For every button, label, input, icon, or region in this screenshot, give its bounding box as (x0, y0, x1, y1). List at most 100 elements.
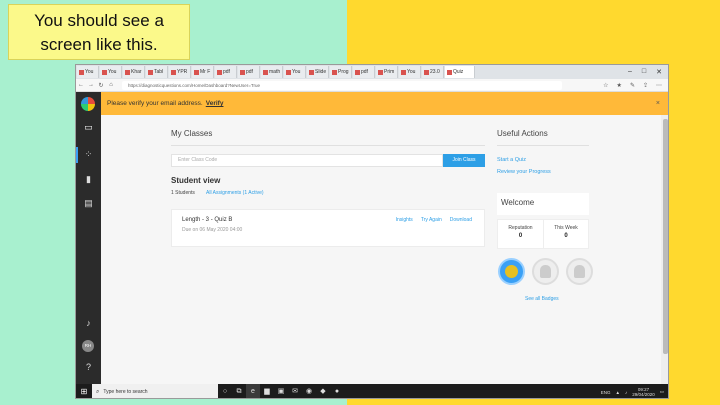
tab-favicon-icon (286, 69, 291, 75)
tab-label: Khar (131, 69, 142, 75)
join-class-button[interactable]: Join Class (443, 154, 485, 167)
instruction-callout: You should see a screen like this. (8, 4, 190, 60)
tab-favicon-icon (125, 69, 130, 75)
home-icon[interactable]: ⌂ (106, 82, 116, 88)
minimize-button[interactable]: – (628, 68, 632, 76)
browser-tab[interactable]: You (100, 66, 122, 78)
forward-icon[interactable]: → (86, 82, 96, 88)
download-link[interactable]: Download (450, 217, 472, 223)
verify-link[interactable]: Verify (206, 100, 224, 107)
browser-tab[interactable]: You (399, 66, 421, 78)
students-count: 1 Students (171, 190, 195, 196)
chart-icon[interactable]: ▮ (83, 174, 94, 184)
back-icon[interactable]: ← (76, 82, 86, 88)
app-sidebar: ▭ ⁘ ▮ ▤ ♪ RH ? (76, 92, 101, 384)
browser-tab[interactable]: pdf (215, 66, 237, 78)
locked-badge-icon[interactable] (532, 258, 559, 285)
edge-icon[interactable]: e (246, 384, 260, 398)
task-view-icon[interactable]: ⧉ (232, 384, 246, 398)
cortana-icon[interactable]: ○ (218, 384, 232, 398)
windows-taskbar: ⊞ ⌕ Type here to search ○ ⧉ e ▆ ▣ ✉ ◉ ◆ … (76, 384, 668, 398)
browser-toolbar-icons: ☆ ★ ✎ ⇪ ⋯ (603, 82, 668, 89)
help-icon[interactable]: ? (83, 362, 94, 372)
address-bar: ← → ↻ ⌂ https://diagnosticquestions.com/… (76, 79, 668, 92)
locked-badge-icon[interactable] (566, 258, 593, 285)
notifications-icon[interactable]: ▭ (660, 389, 664, 395)
language-indicator[interactable]: ENG (601, 390, 611, 395)
stat-label: Reputation (508, 225, 533, 231)
close-window-button[interactable]: ✕ (656, 68, 662, 76)
more-icon[interactable]: ⋯ (656, 82, 662, 89)
my-classes-heading: My Classes (171, 129, 213, 138)
mail-icon[interactable]: ✉ (288, 384, 302, 398)
browser-tab-active[interactable]: Quiz (445, 66, 475, 78)
avatar[interactable]: RH (82, 340, 94, 352)
app-icon[interactable]: ◆ (316, 384, 330, 398)
tab-label: Quiz (453, 69, 464, 75)
quiz-card[interactable]: Length - 3 - Quiz B Due on 06 May 2020 0… (171, 209, 485, 247)
browser-tab[interactable]: Slide (307, 66, 329, 78)
taskbar-search[interactable]: ⌕ Type here to search (92, 384, 218, 398)
favorite-star-icon[interactable]: ☆ (603, 82, 608, 89)
tab-label: YPR (177, 69, 188, 75)
network-icon[interactable]: ▲ (615, 390, 619, 395)
maximize-button[interactable]: □ (642, 68, 646, 76)
badge-silhouette-icon (540, 265, 551, 278)
this-week-stat: This Week 0 (543, 220, 588, 248)
try-again-link[interactable]: Try Again (421, 217, 442, 223)
start-quiz-link[interactable]: Start a Quiz (497, 157, 526, 163)
tab-favicon-icon (332, 69, 337, 75)
presentation-icon[interactable]: ▭ (83, 122, 94, 132)
browser-tab[interactable]: You (284, 66, 306, 78)
dashboard-content: My Classes Enter Class Code Join Class S… (101, 115, 661, 384)
tab-label: math (269, 69, 281, 75)
browser-tab[interactable]: 23.0 (422, 66, 444, 78)
browser-tab[interactable]: You (77, 66, 99, 78)
pen-icon[interactable]: ✎ (630, 82, 635, 89)
divider (497, 145, 589, 146)
tab-favicon-icon (194, 69, 199, 75)
app-logo-icon[interactable] (81, 97, 95, 111)
library-icon[interactable]: ▤ (83, 198, 94, 208)
windows-start-icon[interactable]: ⊞ (76, 384, 92, 398)
browser-tab[interactable]: Khar (123, 66, 145, 78)
volume-icon[interactable]: ♪ (625, 390, 627, 395)
class-code-input[interactable]: Enter Class Code (171, 154, 443, 167)
all-assignments-link[interactable]: All Assignments (1 Active) (206, 190, 264, 196)
scrollbar[interactable] (661, 115, 668, 384)
tab-label: Slide (315, 69, 327, 75)
insights-link[interactable]: Insights (396, 217, 413, 223)
browser-tab-strip: You You Khar Tabl YPR Mr F pdf pdf math … (76, 65, 668, 79)
useful-actions-heading: Useful Actions (497, 129, 548, 138)
browser-tab[interactable]: Mr F (192, 66, 214, 78)
clock[interactable]: 09:27 29/04/2020 (632, 387, 655, 397)
quiz-actions: Insights Try Again Download (396, 217, 472, 223)
scrollbar-thumb[interactable] (663, 119, 668, 354)
tab-label: You (108, 69, 117, 75)
see-all-badges-link[interactable]: See all Badges (525, 296, 559, 302)
tab-label: pdf (361, 69, 368, 75)
browser-tab[interactable]: pdf (353, 66, 375, 78)
media-icon[interactable]: ● (330, 384, 344, 398)
browser-tab[interactable]: Prog (330, 66, 352, 78)
url-field[interactable]: https://diagnosticquestions.com/Home/Das… (122, 80, 562, 90)
review-progress-link[interactable]: Review your Progress (497, 169, 551, 175)
bell-icon[interactable]: ♪ (83, 318, 94, 328)
tab-favicon-icon (355, 69, 360, 75)
refresh-icon[interactable]: ↻ (96, 82, 106, 89)
chrome-icon[interactable]: ◉ (302, 384, 316, 398)
tab-favicon-icon (424, 69, 429, 75)
file-explorer-icon[interactable]: ▆ (260, 384, 274, 398)
browser-tab[interactable]: math (261, 66, 283, 78)
close-icon[interactable]: × (656, 100, 668, 107)
browser-tab[interactable]: YPR (169, 66, 191, 78)
browser-tab[interactable]: Tabl (146, 66, 168, 78)
apps-icon[interactable]: ⁘ (83, 149, 94, 159)
browser-tab[interactable]: pdf (238, 66, 260, 78)
share-icon[interactable]: ⇪ (643, 82, 648, 89)
store-icon[interactable]: ▣ (274, 384, 288, 398)
welcome-heading: Welcome (497, 193, 589, 215)
earned-badge-icon[interactable] (498, 258, 525, 285)
browser-tab[interactable]: Prim (376, 66, 398, 78)
favorites-icon[interactable]: ★ (617, 82, 622, 89)
